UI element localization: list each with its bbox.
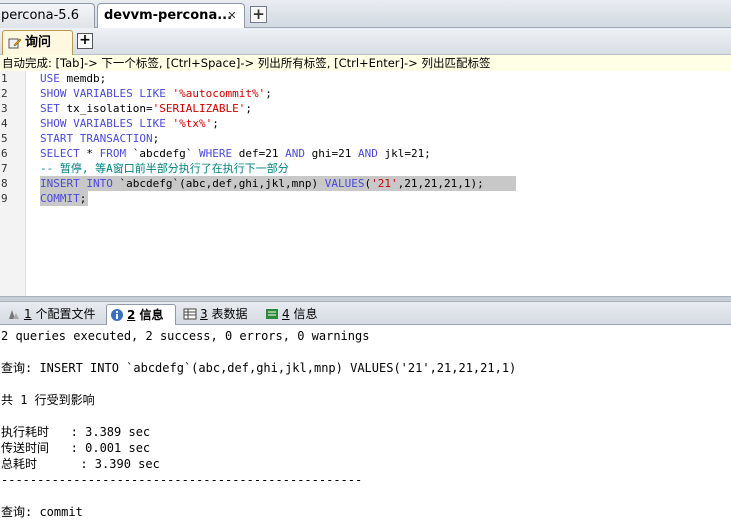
output-line: 查询: INSERT INTO `abcdefg`(abc,def,ghi,jk… [1, 361, 517, 375]
tab-number: 1 [24, 307, 32, 321]
line-number: 1 [1, 72, 8, 85]
code-token: jkl=21; [377, 147, 431, 160]
tab-number: 4 [282, 307, 290, 321]
line-number: 5 [1, 132, 8, 145]
code-token: '%tx%' [172, 117, 213, 130]
tab-label: 信息 [135, 308, 164, 322]
code-line: SET tx_isolation='SERIALIZABLE'; [40, 101, 252, 116]
code-token: AND [285, 147, 305, 160]
add-query-button[interactable]: + [77, 33, 93, 49]
output-line: 共 1 行受到影响 [1, 393, 95, 407]
code-line: -- 暂停, 等A窗口前半部分执行了在执行下一部分 [40, 161, 289, 176]
connection-tab-bar: percona-5.6 devvm-percona... ✕ + [0, 0, 731, 29]
code-token: ; [265, 87, 272, 100]
connection-tab-label: devvm-percona... [104, 8, 233, 23]
code-token: `abcdefg`(abc,def,ghi,jkl,mnp) [112, 177, 325, 190]
output-line: ----------------------------------------… [1, 473, 363, 487]
code-token: SET [40, 102, 60, 115]
code-token: SELECT [40, 147, 80, 160]
connection-tab-devvm[interactable]: devvm-percona... ✕ [97, 3, 245, 29]
code-token: SHOW VARIABLES LIKE [40, 87, 166, 100]
tab-label: 个配置文件 [31, 307, 96, 321]
info-icon [111, 309, 123, 321]
code-token: START TRANSACTION [40, 132, 153, 145]
code-token: FROM [99, 147, 127, 160]
query-tab-bar: 询问 + [0, 28, 731, 55]
output-line: 执行耗时 : 3.389 sec [1, 425, 151, 439]
connection-tab-percona[interactable]: percona-5.6 [0, 3, 95, 28]
connection-tab-label: percona-5.6 [1, 8, 79, 23]
tab-number: 3 [200, 307, 208, 321]
code-token: * [79, 147, 100, 160]
add-connection-button[interactable]: + [250, 6, 267, 23]
tab-profile[interactable]: 1 个配置文件 [4, 304, 104, 325]
code-token: ghi=21 [304, 147, 358, 160]
code-token: COMMIT [40, 192, 80, 205]
profile-icon [9, 310, 19, 319]
code-token: INSERT INTO [40, 177, 113, 190]
query-icon [8, 38, 22, 49]
code-token: '%autocommit%' [172, 87, 266, 100]
tab-label: 表数据 [207, 307, 248, 321]
line-number: 7 [1, 162, 8, 175]
info-list-icon [266, 309, 278, 319]
code-token: ,21,21,21,1); [397, 177, 484, 190]
tab-messages[interactable]: 4 信息 [262, 304, 332, 325]
code-token: SHOW VARIABLES LIKE [40, 117, 166, 130]
tab-query[interactable]: 询问 [2, 30, 73, 55]
sql-editor[interactable]: 123456789 USE memdb; SHOW VARIABLES LIKE … [0, 71, 731, 296]
code-line: COMMIT; [40, 191, 86, 206]
output-line: 总耗时 : 3.390 sec [1, 457, 160, 471]
code-token: USE [40, 72, 60, 85]
output-line: 2 queries executed, 2 success, 0 errors,… [1, 329, 370, 343]
code-line: SELECT * FROM `abcdefg` WHERE def=21 AND… [40, 146, 431, 161]
line-number-gutter: 1 2 3 4 5 6 7 8 9 [0, 71, 26, 296]
code-line: SHOW VARIABLES LIKE '%autocommit%'; [40, 86, 272, 101]
code-token: `abcdefg` [126, 147, 199, 160]
line-number: 6 [1, 147, 8, 160]
output-line: 查询: commit [1, 505, 83, 519]
code-line: INSERT INTO `abcdefg`(abc,def,ghi,jkl,mn… [40, 176, 484, 191]
tab-query-label: 询问 [25, 35, 52, 50]
code-token: def=21 [232, 147, 286, 160]
code-token: tx_isolation= [59, 102, 153, 115]
code-token: ; [245, 102, 252, 115]
code-token: -- 暂停, 等A窗口前半部分执行了在执行下一部分 [40, 162, 289, 175]
tab-label: 信息 [289, 307, 318, 321]
output-panel[interactable]: 2 queries executed, 2 success, 0 errors,… [0, 325, 731, 520]
line-number: 2 [1, 87, 8, 100]
output-line: 传送时间 : 0.001 sec [1, 441, 151, 455]
line-number: 4 [1, 117, 8, 130]
code-token: '21' [371, 177, 398, 190]
close-icon[interactable]: ✕ [226, 10, 238, 22]
table-icon [183, 308, 197, 320]
code-token: ; [152, 132, 160, 145]
code-token: VALUES [324, 177, 365, 190]
code-line: USE memdb; [40, 71, 106, 86]
autocomplete-hint: 自动完成: [Tab]-> 下一个标签, [Ctrl+Space]-> 列出所有… [0, 55, 731, 71]
line-number: 8 [1, 177, 8, 190]
code-token: ; [79, 192, 87, 205]
line-number: 3 [1, 102, 8, 115]
code-token: 'SERIALIZABLE' [152, 102, 246, 115]
code-line: SHOW VARIABLES LIKE '%tx%'; [40, 116, 219, 131]
code-token: WHERE [198, 147, 233, 160]
code-line: START TRANSACTION; [40, 131, 159, 146]
tab-table-data[interactable]: 3 表数据 [180, 304, 260, 325]
tab-info[interactable]: 2 信息 [106, 304, 176, 325]
code-token: AND [357, 147, 378, 160]
code-token: ; [212, 117, 219, 130]
code-token: memdb; [59, 72, 107, 85]
line-number: 9 [1, 192, 8, 205]
result-tab-bar: 1 个配置文件 2 信息 3 表数据 4 信息 [0, 302, 731, 325]
